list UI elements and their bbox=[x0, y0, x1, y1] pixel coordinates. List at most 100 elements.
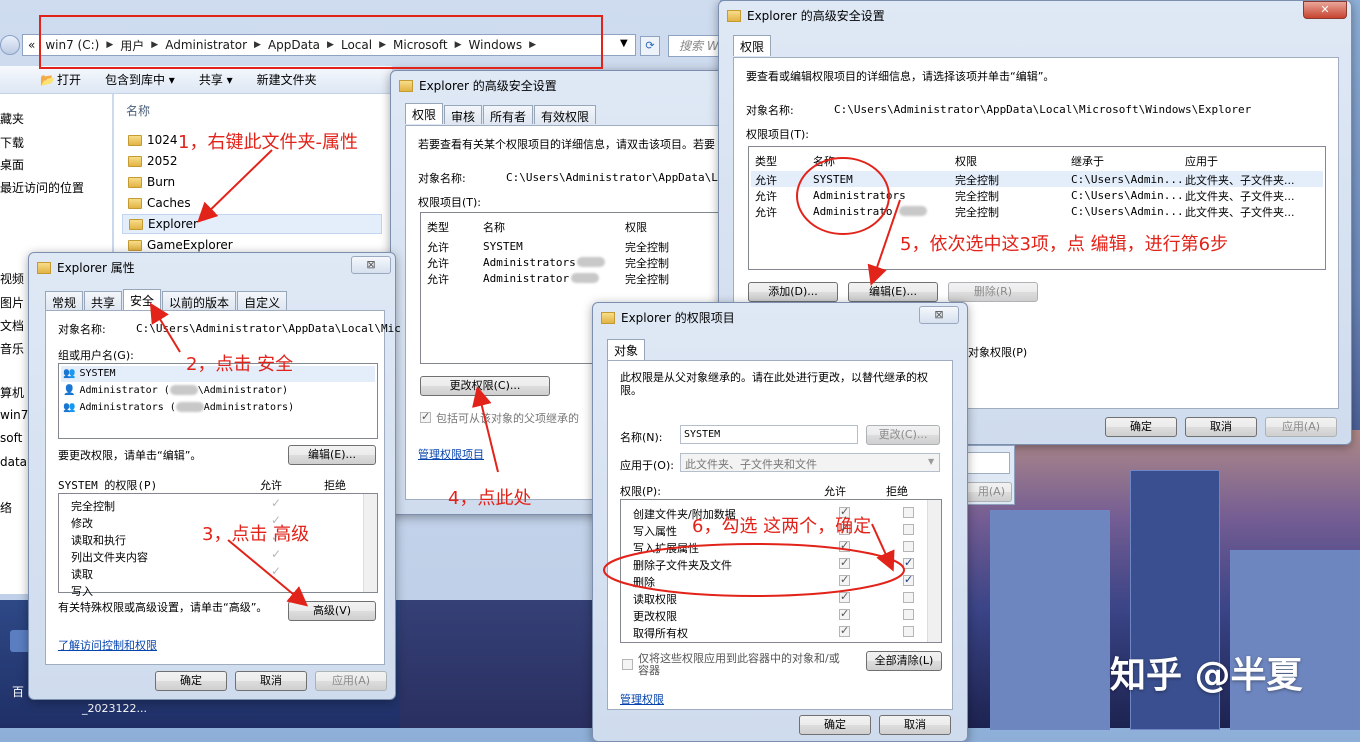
apply-button[interactable]: 应用(A) bbox=[315, 671, 387, 691]
entry-permission[interactable]: 完全控制 bbox=[625, 239, 669, 255]
address-segment[interactable]: Local bbox=[336, 38, 377, 52]
allow-checkbox[interactable] bbox=[839, 539, 850, 552]
entry-type[interactable]: 允许 bbox=[427, 239, 449, 255]
tab-general[interactable]: 常规 bbox=[45, 291, 84, 310]
sidebar-item[interactable]: 视频 bbox=[0, 270, 24, 287]
allow-checkbox[interactable] bbox=[839, 573, 850, 586]
column-header-name[interactable]: 名称 bbox=[126, 102, 150, 119]
column-header-type[interactable]: 类型 bbox=[427, 219, 449, 235]
list-item[interactable]: Burn bbox=[128, 172, 175, 192]
toolbar-include-library-button[interactable]: 包含到库中 ▾ bbox=[93, 71, 187, 88]
tab-customize[interactable]: 自定义 bbox=[237, 291, 288, 310]
sidebar-item[interactable]: 图片 bbox=[0, 294, 24, 311]
tab-sharing[interactable]: 共享 bbox=[84, 291, 123, 310]
sidebar-item[interactable]: 下载 bbox=[0, 134, 24, 151]
sidebar-item[interactable]: 藏夹 bbox=[0, 110, 24, 127]
edit-button[interactable]: 编辑(E)... bbox=[848, 282, 938, 302]
entry-inherited-from[interactable]: C:\Users\Admin... bbox=[1071, 189, 1184, 202]
chevron-right-icon[interactable]: ▶ bbox=[252, 40, 263, 50]
entry-type[interactable]: 允许 bbox=[427, 271, 449, 287]
manage-permissions-link[interactable]: 管理权限 bbox=[620, 691, 664, 707]
chevron-right-icon[interactable]: ▶ bbox=[325, 40, 336, 50]
close-icon[interactable]: ✕ bbox=[1303, 1, 1347, 19]
entry-name[interactable]: Administrator bbox=[483, 272, 569, 285]
entry-permission[interactable]: 完全控制 bbox=[625, 255, 669, 271]
list-item[interactable]: 👥 SYSTEM bbox=[63, 368, 116, 379]
tab-auditing[interactable]: 审核 bbox=[444, 105, 483, 124]
address-segment[interactable]: Microsoft bbox=[388, 38, 453, 52]
column-header-permission[interactable]: 权限 bbox=[955, 153, 977, 169]
apply-to-select[interactable]: 此文件夹、子文件夹和文件 bbox=[680, 453, 940, 472]
sidebar-item[interactable]: 文档 bbox=[0, 317, 24, 334]
address-segment[interactable]: 用户 bbox=[115, 37, 149, 54]
back-icon[interactable] bbox=[0, 35, 20, 55]
scrollbar[interactable] bbox=[927, 500, 941, 642]
desktop-label[interactable]: _2023122... bbox=[82, 702, 147, 715]
sidebar-item[interactable]: 算机 bbox=[0, 384, 24, 401]
tab-permissions[interactable]: 权限 bbox=[405, 103, 444, 124]
toolbar-new-folder-button[interactable]: 新建文件夹 bbox=[245, 71, 329, 88]
sidebar-item[interactable]: 音乐 bbox=[0, 340, 24, 357]
entry-name[interactable]: Administrato bbox=[813, 205, 892, 218]
entry-applies-to[interactable]: 此文件夹、子文件夹... bbox=[1185, 204, 1295, 220]
deny-checkbox[interactable] bbox=[903, 609, 914, 620]
column-header-inherited-from[interactable]: 继承于 bbox=[1071, 153, 1104, 169]
chevron-down-icon[interactable]: ▼ bbox=[620, 38, 628, 49]
allow-checkbox[interactable] bbox=[839, 624, 850, 637]
ok-button[interactable]: 确定 bbox=[799, 715, 871, 735]
chevron-right-icon[interactable]: ▶ bbox=[104, 40, 115, 50]
ok-button[interactable]: 确定 bbox=[1105, 417, 1177, 437]
change-permissions-button[interactable]: 更改权限(C)... bbox=[420, 376, 550, 396]
list-item[interactable]: 👤 Administrator (\Administrator) bbox=[63, 385, 288, 396]
tab-previous-versions[interactable]: 以前的版本 bbox=[162, 291, 237, 310]
sidebar-item[interactable]: soft bbox=[0, 431, 22, 445]
refresh-icon[interactable]: ⟳ bbox=[640, 36, 660, 56]
column-header-applies-to[interactable]: 应用于 bbox=[1185, 153, 1218, 169]
clear-all-button[interactable]: 全部清除(L) bbox=[866, 651, 942, 671]
name-field[interactable]: SYSTEM bbox=[680, 425, 858, 444]
allow-checkbox[interactable] bbox=[839, 556, 850, 569]
scrollbar[interactable] bbox=[363, 494, 377, 592]
tab-permissions[interactable]: 权限 bbox=[733, 35, 772, 56]
deny-checkbox[interactable] bbox=[903, 524, 914, 535]
chevron-down-icon[interactable]: ▼ bbox=[928, 457, 934, 466]
toolbar-open-button[interactable]: 打开 bbox=[57, 71, 93, 88]
address-segment[interactable]: AppData bbox=[263, 38, 325, 52]
address-bar[interactable]: « win7 (C:) ▶ 用户 ▶ Administrator ▶ AppData ▶… bbox=[22, 34, 636, 56]
entry-name[interactable]: SYSTEM bbox=[813, 173, 853, 186]
deny-checkbox[interactable] bbox=[903, 556, 914, 569]
tab-object[interactable]: 对象 bbox=[607, 339, 646, 360]
deny-checkbox[interactable] bbox=[903, 592, 914, 603]
entry-inherited-from[interactable]: C:\Users\Admin... bbox=[1071, 205, 1184, 218]
inherit-checkbox[interactable] bbox=[420, 410, 431, 423]
entry-applies-to[interactable]: 此文件夹、子文件夹... bbox=[1185, 188, 1295, 204]
apply-button[interactable]: 应用(A) bbox=[1265, 417, 1337, 437]
change-button[interactable]: 更改(C)... bbox=[866, 425, 940, 445]
tab-security[interactable]: 安全 bbox=[123, 289, 162, 310]
address-segment[interactable]: Windows bbox=[464, 38, 528, 52]
ok-button[interactable]: 确定 bbox=[155, 671, 227, 691]
deny-checkbox[interactable] bbox=[903, 541, 914, 552]
allow-checkbox[interactable] bbox=[839, 607, 850, 620]
add-button[interactable]: 添加(D)... bbox=[748, 282, 838, 302]
list-item[interactable]: 2052 bbox=[128, 151, 178, 171]
list-item[interactable]: Caches bbox=[128, 193, 191, 213]
chevron-right-icon[interactable]: ▶ bbox=[377, 40, 388, 50]
search-input[interactable]: 搜索 W bbox=[668, 35, 720, 57]
list-item[interactable]: 1024 bbox=[128, 130, 178, 150]
chevron-right-icon[interactable]: ▶ bbox=[527, 40, 538, 50]
advanced-button[interactable]: 高级(V) bbox=[288, 601, 376, 621]
close-icon[interactable]: ⊠ bbox=[919, 306, 959, 324]
entry-permission[interactable]: 完全控制 bbox=[955, 204, 999, 220]
sidebar-item[interactable]: win7 bbox=[0, 408, 28, 422]
column-header-name[interactable]: 名称 bbox=[813, 153, 835, 169]
address-segment[interactable]: Administrator bbox=[160, 38, 252, 52]
entry-type[interactable]: 允许 bbox=[755, 204, 777, 220]
edit-button[interactable]: 编辑(E)... bbox=[288, 445, 376, 465]
entry-name[interactable]: Administrators bbox=[813, 189, 906, 202]
entry-inherited-from[interactable]: C:\Users\Admin... bbox=[1071, 173, 1184, 186]
entry-applies-to[interactable]: 此文件夹、子文件夹... bbox=[1185, 172, 1295, 188]
learn-access-control-link[interactable]: 了解访问控制和权限 bbox=[58, 637, 157, 653]
toolbar-share-button[interactable]: 共享 ▾ bbox=[187, 71, 245, 88]
only-apply-checkbox[interactable] bbox=[622, 659, 633, 670]
